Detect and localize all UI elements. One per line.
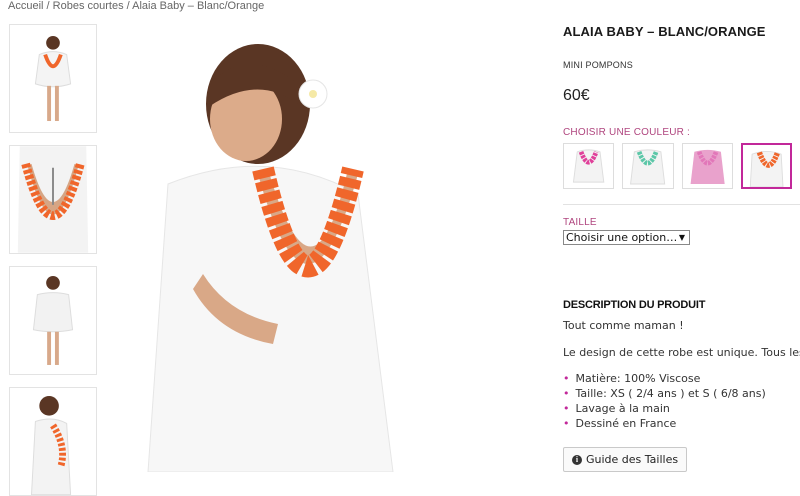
section-divider xyxy=(563,204,800,205)
breadcrumb-home-link[interactable]: Accueil xyxy=(8,0,43,12)
breadcrumb-current: Alaia Baby – Blanc/Orange xyxy=(132,0,265,12)
product-subtitle: MINI POMPONS xyxy=(563,60,633,70)
color-swatch-orange-selected[interactable] xyxy=(740,143,793,189)
color-swatches xyxy=(563,143,800,189)
spec-item: • Dessiné en France xyxy=(563,417,677,430)
spec-item: • Taille: XS ( 2/4 ans ) et S ( 6/8 ans) xyxy=(563,387,766,400)
description-line: Le design de cette robe est unique. Tous… xyxy=(563,346,800,359)
bullet-icon: • xyxy=(563,372,570,385)
dropdown-arrow-icon: ▼ xyxy=(678,233,685,242)
size-select[interactable]: Choisir une option… ▼ xyxy=(563,230,690,245)
description-title: DESCRIPTION DU PRODUIT xyxy=(563,299,706,311)
color-swatch-rose-fuchsia[interactable] xyxy=(563,143,615,189)
thumbnail-dress-front[interactable] xyxy=(9,266,97,375)
bullet-icon: • xyxy=(563,387,570,400)
size-guide-label: Guide des Tailles xyxy=(586,453,679,466)
color-swatch-menthe[interactable] xyxy=(622,143,674,189)
size-select-value: Choisir une option… xyxy=(566,231,678,244)
color-picker-label: CHOISIR UNE COULEUR : xyxy=(563,127,690,138)
product-price: 60€ xyxy=(563,87,590,104)
bullet-icon: • xyxy=(563,417,570,430)
thumbnail-gallery xyxy=(9,24,97,496)
product-spec-list: • Matière: 100% Viscose • Taille: XS ( 2/4… xyxy=(563,371,800,431)
main-product-photo xyxy=(108,24,408,472)
breadcrumb-separator: / xyxy=(123,0,133,12)
spec-item: • Lavage à la main xyxy=(563,402,670,415)
description-line: Tout comme maman ! xyxy=(563,319,684,332)
spec-item: • Matière: 100% Viscose xyxy=(563,372,701,385)
breadcrumb: Accueil / Robes courtes / Alaia Baby – B… xyxy=(8,0,264,12)
size-guide-button[interactable]: i Guide des Tailles xyxy=(563,447,688,472)
thumbnail-dress-back-closeup[interactable] xyxy=(9,145,97,254)
color-swatch-rose[interactable] xyxy=(681,143,733,189)
breadcrumb-separator: / xyxy=(43,0,53,12)
thumbnail-dress-side[interactable] xyxy=(9,387,97,496)
bullet-icon: • xyxy=(563,402,570,415)
thumbnail-dress-back-full[interactable] xyxy=(9,24,97,133)
product-info-panel: ALAIA BABY – BLANC/ORANGE MINI POMPONS 6… xyxy=(563,24,800,472)
breadcrumb-category-link[interactable]: Robes courtes xyxy=(53,0,124,12)
product-title: ALAIA BABY – BLANC/ORANGE xyxy=(563,24,766,39)
info-icon: i xyxy=(572,454,582,465)
size-picker-label: TAILLE xyxy=(563,217,597,228)
